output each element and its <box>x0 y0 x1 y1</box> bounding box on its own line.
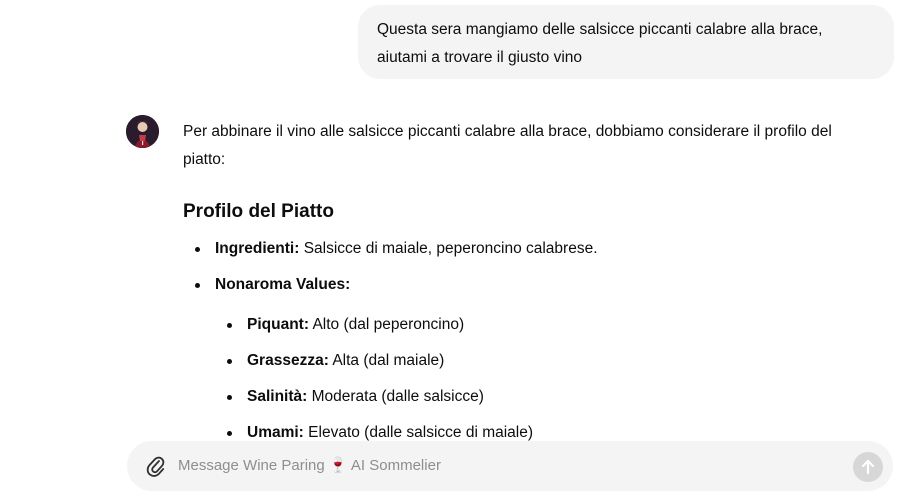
user-message-bubble: Questa sera mangiamo delle salsicce picc… <box>358 5 894 79</box>
sub-list-item-label: Salinità: <box>247 388 308 405</box>
list-item: Ingredienti: Salsicce di maiale, peperon… <box>195 235 598 263</box>
assistant-message: Per abbinare il vino alle salsicce picca… <box>183 118 883 441</box>
sub-list-item: Grassezza: Alta (dal maiale) <box>227 347 445 375</box>
bullet-icon <box>227 395 232 400</box>
send-button[interactable] <box>853 452 883 482</box>
bullet-icon <box>227 431 232 436</box>
assistant-intro-line-1: Per abbinare il vino alle salsicce picca… <box>183 123 832 140</box>
list-item-label: Nonaroma Values: <box>215 276 351 293</box>
message-input[interactable]: Message Wine Paring 🍷 AI Sommelier <box>178 456 441 474</box>
sub-list-item-label: Grassezza: <box>247 352 329 369</box>
list-item: Nonaroma Values: <box>195 271 351 299</box>
arrow-up-icon <box>861 459 875 475</box>
sub-list-item-label: Piquant: <box>247 316 309 333</box>
user-message-line-1: Questa sera mangiamo delle salsicce picc… <box>377 21 823 38</box>
user-message-line-2: aiutami a trovare il giusto vino <box>377 49 583 66</box>
list-item-label: Ingredienti: <box>215 240 300 257</box>
sub-list-item-text: Moderata (dalle salsicce) <box>311 388 484 405</box>
bullet-icon <box>227 359 232 364</box>
sub-list-item-text: Alto (dal peperoncino) <box>312 316 465 333</box>
list-item-text: Salsicce di maiale, peperoncino calabres… <box>303 240 598 257</box>
bullet-icon <box>227 323 232 328</box>
sub-list-item-text: Elevato (dalle salsicce di maiale) <box>308 424 534 441</box>
sub-list-item-label: Umami: <box>247 424 304 441</box>
assistant-intro-line-2: piatto: <box>183 151 226 168</box>
sub-list-item: Salinità: Moderata (dalle salsicce) <box>227 383 484 411</box>
paperclip-icon[interactable] <box>146 455 166 477</box>
section-title: Profilo del Piatto <box>183 201 334 222</box>
message-composer[interactable]: Message Wine Paring 🍷 AI Sommelier <box>127 441 893 491</box>
wine-sommelier-avatar-icon <box>126 115 159 148</box>
bullet-icon <box>195 283 200 288</box>
sub-list-item-text: Alta (dal maiale) <box>332 352 445 369</box>
sub-list-item: Piquant: Alto (dal peperoncino) <box>227 311 465 339</box>
bullet-icon <box>195 247 200 252</box>
